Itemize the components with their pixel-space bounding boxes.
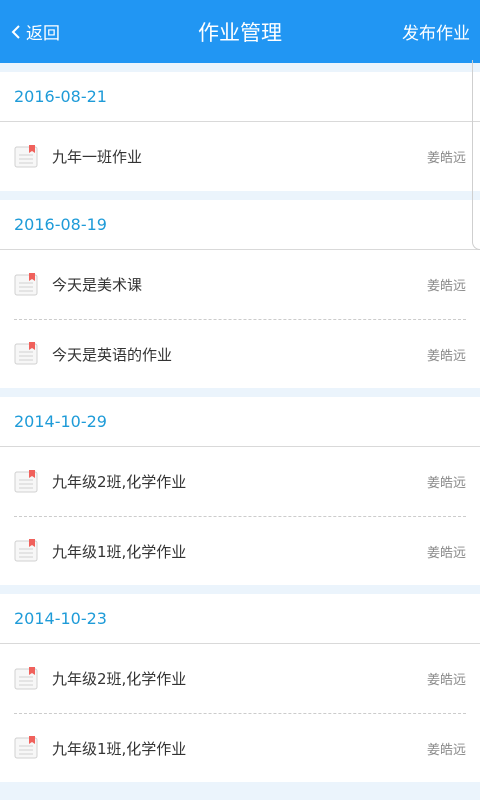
document-bookmark-icon xyxy=(14,144,38,169)
date-group: 2014-10-23 九年级2班,化学作业 姜皓远 九年级1班,化学作业 姜皓远 xyxy=(0,594,480,782)
homework-title: 九年级1班,化学作业 xyxy=(52,739,187,758)
teacher-name: 姜皓远 xyxy=(426,545,466,561)
document-bookmark-icon xyxy=(14,736,38,760)
date-header: 2014-10-23 xyxy=(0,594,480,644)
teacher-name: 姜皓远 xyxy=(426,151,466,166)
homework-title: 九年一班作业 xyxy=(52,148,143,166)
teacher-name: 姜皓远 xyxy=(426,279,466,294)
homework-title: 今天是英语的作业 xyxy=(52,345,173,364)
date-header: 2016-08-21 xyxy=(0,72,480,122)
homework-item[interactable]: 今天是英语的作业 姜皓远 xyxy=(14,319,466,388)
document-bookmark-icon xyxy=(14,272,38,297)
date-header: 2016-08-19 xyxy=(0,200,480,250)
homework-item[interactable]: 九年一班作业 姜皓远 xyxy=(0,122,480,191)
homework-list: 2016-08-21 九年一班作业 姜皓远 2016-08-19 今天是美术课 … xyxy=(0,63,480,800)
date-group: 2016-08-19 今天是美术课 姜皓远 今天是英语的作业 姜皓远 xyxy=(0,200,480,388)
teacher-name: 姜皓远 xyxy=(426,673,466,688)
homework-item[interactable]: 九年级2班,化学作业 姜皓远 xyxy=(0,644,480,713)
homework-item[interactable]: 九年级1班,化学作业 姜皓远 xyxy=(14,713,466,782)
overscroll-edge xyxy=(472,60,480,250)
homework-title: 今天是美术课 xyxy=(52,276,143,294)
date-group: 2016-08-21 九年一班作业 姜皓远 xyxy=(0,72,480,191)
homework-title: 九年级2班,化学作业 xyxy=(52,670,187,688)
date-group: 2014-10-29 九年级2班,化学作业 姜皓远 九年级1班,化学作业 姜皓远 xyxy=(0,397,480,585)
teacher-name: 姜皓远 xyxy=(426,348,466,364)
document-bookmark-icon xyxy=(14,469,38,494)
date-header: 2014-10-29 xyxy=(0,397,480,447)
teacher-name: 姜皓远 xyxy=(426,742,466,758)
document-bookmark-icon xyxy=(14,539,38,563)
publish-homework-button[interactable]: 发布作业 xyxy=(402,0,470,63)
homework-item[interactable]: 九年级1班,化学作业 姜皓远 xyxy=(14,516,466,585)
homework-title: 九年级1班,化学作业 xyxy=(52,542,187,561)
document-bookmark-icon xyxy=(14,342,38,366)
document-bookmark-icon xyxy=(14,666,38,691)
teacher-name: 姜皓远 xyxy=(426,476,466,491)
top-bar: 返回 作业管理 发布作业 xyxy=(0,0,480,63)
homework-title: 九年级2班,化学作业 xyxy=(52,473,187,491)
homework-item[interactable]: 九年级2班,化学作业 姜皓远 xyxy=(0,447,480,516)
homework-item[interactable]: 今天是美术课 姜皓远 xyxy=(0,250,480,319)
